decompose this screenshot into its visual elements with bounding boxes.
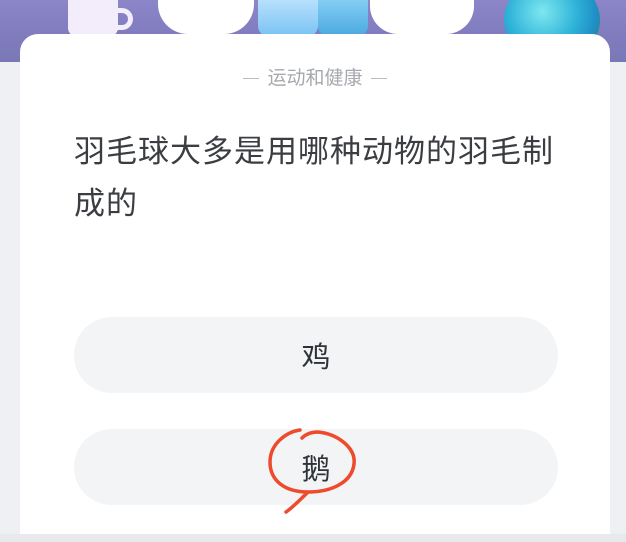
- dash-divider: [370, 78, 387, 79]
- answer-option-label: 鸡: [301, 340, 331, 374]
- dash-divider: [243, 78, 260, 79]
- cloud-icon: [370, 0, 474, 34]
- bottom-strip: [0, 534, 626, 542]
- hand-drawn-circle: [268, 428, 356, 514]
- question-text: 羽毛球大多是用哪种动物的羽毛制成的: [74, 134, 554, 222]
- answer-option-a[interactable]: 鸡: [74, 317, 558, 393]
- mug-icon: [68, 0, 118, 36]
- cloud-icon: [158, 0, 254, 34]
- category-header: 运动和健康: [20, 66, 610, 90]
- mug-handle-icon: [113, 8, 133, 30]
- category-label: 运动和健康: [267, 67, 363, 89]
- glass-icon: [258, 0, 318, 36]
- glass-icon: [318, 0, 368, 36]
